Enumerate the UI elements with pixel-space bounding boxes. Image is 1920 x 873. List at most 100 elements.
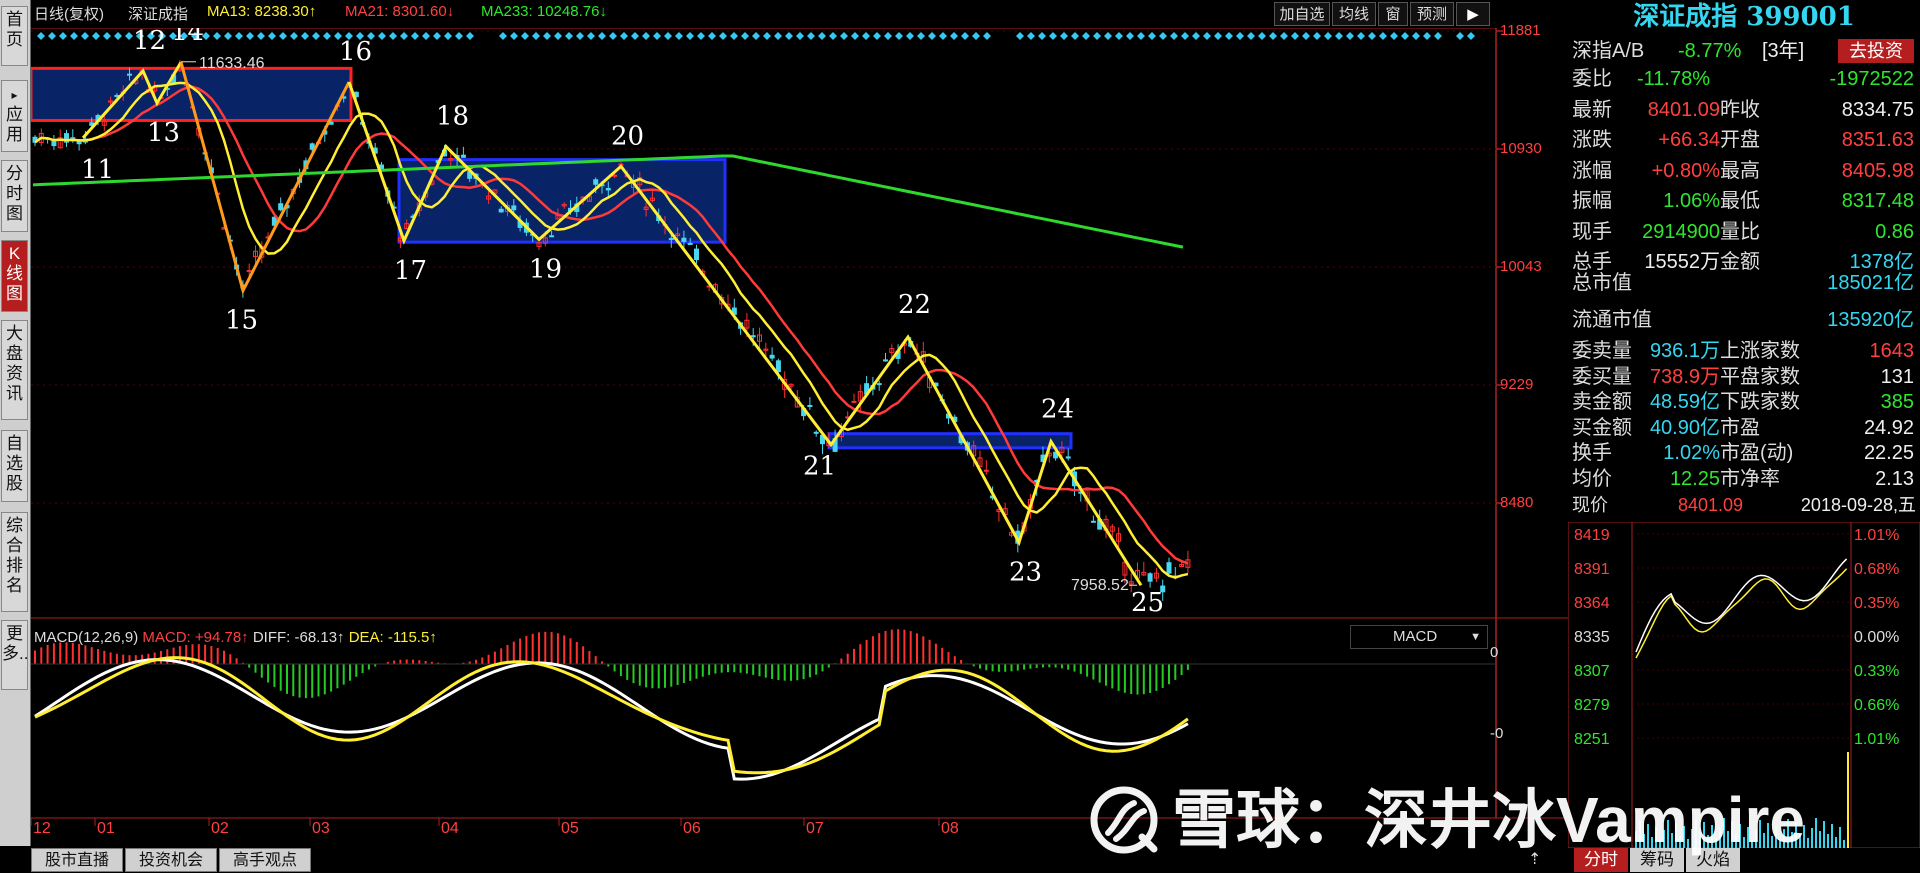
wave-point-label: 23	[1009, 557, 1042, 587]
wave-point-label: 12	[133, 28, 166, 56]
candle-body	[498, 208, 504, 213]
mcap-label: 总市值	[1572, 272, 1632, 294]
nav-kline[interactable]: K线图	[1, 240, 28, 312]
signal-diamond	[598, 32, 606, 40]
signal-diamond	[664, 32, 672, 40]
signal-diamond	[796, 32, 804, 40]
mini-y-right: 0.35%	[1854, 595, 1899, 612]
candle-body	[983, 469, 989, 472]
signal-diamond	[906, 32, 914, 40]
signal-diamond	[1313, 32, 1321, 40]
macd-y-tick: 0	[1490, 644, 1499, 661]
float-value: 135920亿	[1827, 309, 1914, 331]
signal-diamond	[752, 32, 760, 40]
wave-point-label: 18	[436, 102, 469, 132]
candle-body	[460, 154, 466, 158]
signal-diamond	[1214, 32, 1222, 40]
signal-diamond	[48, 32, 56, 40]
nav-more[interactable]: 更多..	[1, 620, 28, 690]
x-tick-label: 03	[312, 820, 330, 837]
nav-intraday[interactable]: 分时图	[1, 160, 28, 232]
signal-diamond	[972, 32, 980, 40]
nav-apps[interactable]: ▸ 应用	[1, 80, 28, 152]
signal-diamond	[1291, 32, 1299, 40]
quote-value: +0.80%	[1651, 159, 1720, 182]
signal-diamond	[1104, 32, 1112, 40]
ma-button[interactable]: 均线	[1332, 2, 1376, 26]
candle-body	[593, 179, 599, 185]
candle-body	[1065, 456, 1071, 459]
nav-market-news[interactable]: 大盘资讯	[1, 320, 28, 420]
nav-home[interactable]: 首页	[1, 6, 28, 66]
float-row: 流通市值 135920亿	[1568, 305, 1920, 335]
indicator-select[interactable]: MACD ▼	[1350, 625, 1488, 649]
ab-label: 深指A/B	[1572, 40, 1645, 62]
signal-diamond	[257, 32, 265, 40]
candle-body	[775, 360, 781, 373]
invest-button[interactable]: 去投资	[1838, 39, 1914, 63]
signal-diamond	[961, 32, 969, 40]
signal-diamond	[400, 32, 408, 40]
signal-diamond	[576, 32, 584, 40]
high-annotation: 11633.46	[199, 55, 265, 72]
candle-body	[1090, 520, 1096, 523]
signal-diamond	[1247, 32, 1255, 40]
quote-value: 8317.48	[1841, 190, 1914, 212]
ab-row: 深指A/B -8.77% [3年] 去投资	[1568, 36, 1920, 66]
y-tick-label: 10930	[1500, 140, 1542, 157]
quote-label: 振幅	[1572, 190, 1612, 212]
tab-opportunities[interactable]: 投资机会	[125, 848, 217, 872]
snowball-logo-icon	[1090, 786, 1158, 854]
y-tick-label: 8480	[1500, 494, 1534, 511]
signal-diamond	[708, 32, 716, 40]
mcap-value: 185021亿	[1827, 272, 1914, 294]
quote-label: 市净率	[1720, 467, 1780, 490]
signal-diamond	[884, 32, 892, 40]
mini-y-left: 8335	[1574, 629, 1610, 646]
signal-diamond	[741, 32, 749, 40]
collapse-panel-icon[interactable]: ▶	[1456, 2, 1490, 26]
x-tick-label: 04	[441, 820, 459, 837]
nav-watchlist[interactable]: 自选股	[1, 430, 28, 502]
kline-chart[interactable]: 11 12 13 14 15 16 17 18 19 20 21 22 23 24 25 11633.46 79…	[31, 28, 1568, 846]
ab-value: -8.77%	[1678, 40, 1742, 62]
diff-value: DIFF: -68.13↑	[252, 629, 345, 646]
signal-diamond	[1357, 32, 1365, 40]
forecast-button[interactable]: 预测	[1410, 2, 1454, 26]
signal-diamond	[1467, 32, 1475, 40]
window-button[interactable]: 窗	[1378, 2, 1408, 26]
signal-diamond	[532, 32, 540, 40]
candle-body	[876, 383, 882, 386]
quote-value: +66.34	[1658, 129, 1720, 151]
expand-arrow-icon: ▸	[11, 88, 18, 102]
signal-diamond	[939, 32, 947, 40]
signal-diamond	[653, 32, 661, 40]
mini-y-left: 8391	[1574, 561, 1610, 578]
signal-diamond	[235, 32, 243, 40]
tab-live[interactable]: 股市直播	[31, 848, 123, 872]
signal-diamond	[1225, 32, 1233, 40]
signal-diamond	[1181, 32, 1189, 40]
x-tick-label: 08	[941, 820, 959, 837]
signal-diamond	[1038, 32, 1046, 40]
candle-body	[605, 187, 611, 191]
signal-diamond	[554, 32, 562, 40]
signal-diamond	[378, 32, 386, 40]
signal-diamond	[840, 32, 848, 40]
signal-diamond	[807, 32, 815, 40]
signal-diamond	[1016, 32, 1024, 40]
wave-point-label: 17	[394, 256, 427, 286]
signal-diamond	[455, 32, 463, 40]
tab-experts[interactable]: 高手观点	[219, 848, 311, 872]
mini-y-left: 8307	[1574, 663, 1610, 680]
nav-ranking[interactable]: 综合排名	[1, 512, 28, 612]
wave-point-label: 15	[225, 306, 258, 336]
signal-diamond	[125, 32, 133, 40]
mini-y-right: 1.01%	[1854, 731, 1899, 748]
macd-params: MACD(12,26,9)	[34, 629, 139, 646]
signal-diamond	[631, 32, 639, 40]
ab-period: [3年]	[1762, 40, 1805, 62]
add-watchlist-button[interactable]: 加自选	[1274, 2, 1330, 26]
quote-row: 现手 2914900 量比 0.86	[1568, 217, 1920, 247]
macd-value: MACD: +94.78↑	[142, 629, 249, 646]
